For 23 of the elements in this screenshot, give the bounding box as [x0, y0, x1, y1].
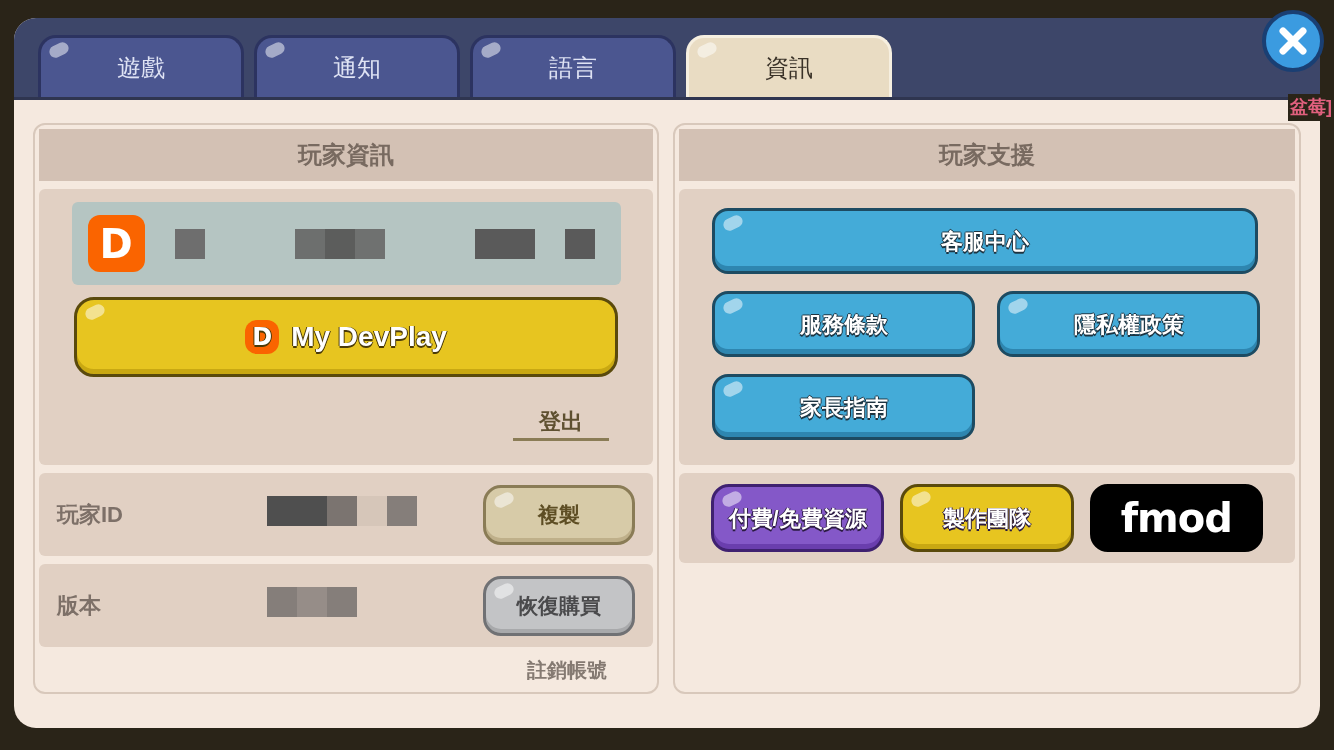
- app-logo-icon: D: [245, 320, 280, 354]
- link-button[interactable]: 客服中心: [712, 208, 1258, 274]
- row-label: 版本: [57, 592, 102, 620]
- tab[interactable]: 通知: [254, 35, 460, 97]
- link-button[interactable]: 家長指南: [712, 374, 975, 440]
- link-button[interactable]: 隱私權政策: [997, 291, 1260, 357]
- row-button[interactable]: 恢復購買: [483, 575, 635, 636]
- app-logo-icon: D: [87, 215, 145, 272]
- background-text: 盆莓]: [1288, 94, 1334, 121]
- fmod-logo-button[interactable]: fmod: [1089, 484, 1263, 552]
- row-button[interactable]: 複製: [483, 484, 635, 545]
- row-label: 玩家ID: [57, 501, 124, 529]
- tab[interactable]: 語言: [470, 35, 676, 97]
- tab[interactable]: 資訊: [686, 35, 892, 97]
- delete-account-link[interactable]: 註銷帳號: [527, 655, 607, 685]
- tab[interactable]: 遊戲: [38, 35, 244, 97]
- link-button[interactable]: 服務條款: [712, 291, 975, 357]
- devplay-button[interactable]: D My DevPlay: [74, 297, 618, 377]
- close-icon: [1278, 26, 1308, 56]
- credits-button[interactable]: 付費/免費資源: [711, 484, 885, 552]
- logout-link[interactable]: 登出: [513, 405, 609, 441]
- panel-header: 玩家資訊: [39, 129, 653, 181]
- panel-header: 玩家支援: [679, 129, 1295, 181]
